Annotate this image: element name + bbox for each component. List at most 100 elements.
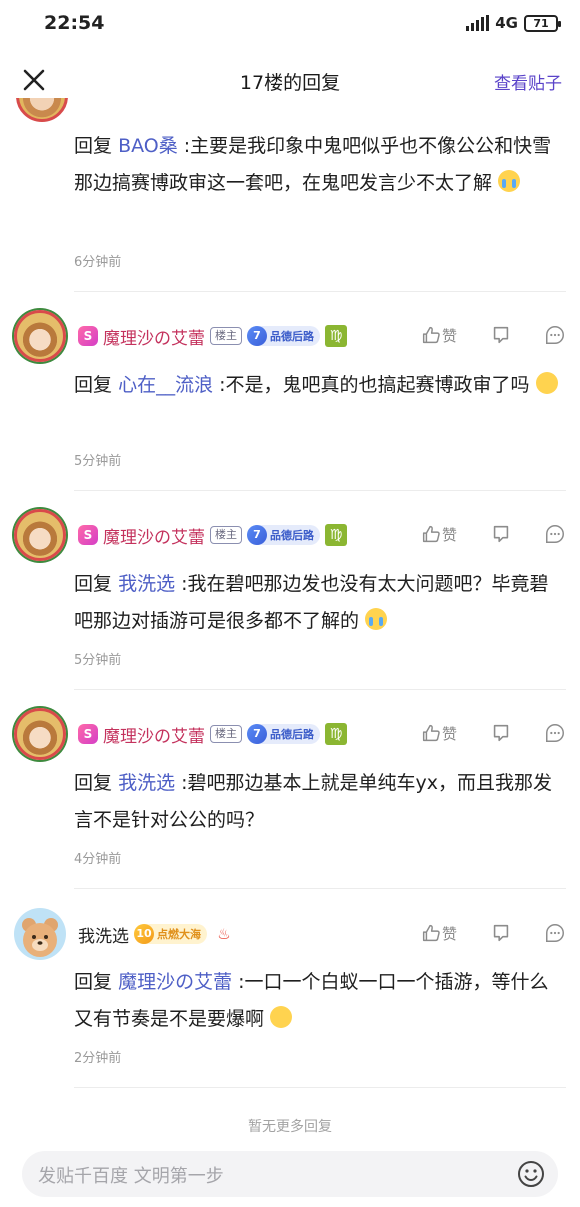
mention-link[interactable]: 魔理沙の艾蕾 <box>118 971 232 993</box>
mention-link[interactable]: 我洗选 <box>118 573 175 595</box>
divider <box>74 888 566 889</box>
reply-time: 4分钟前 <box>74 852 122 867</box>
op-badge: 楼主 <box>210 526 242 544</box>
emoji-picker-icon[interactable] <box>516 1159 546 1189</box>
avatar[interactable] <box>14 509 66 561</box>
level-number: 10 <box>134 924 154 944</box>
zodiac-virgo-icon: ♍ <box>325 524 347 546</box>
battery-icon: 71 <box>524 14 561 32</box>
comment-icon <box>493 326 509 344</box>
level-number: 7 <box>247 724 267 744</box>
user-line: S 魔理沙の艾蕾 楼主 7 品德后路 ♍ <box>78 322 347 350</box>
reply-actions: 赞 <box>420 922 566 944</box>
reply-content: 回复 魔理沙の艾蕾 :一口一个白蚁一口一个插游，等什么又有节奏是不是要爆啊 <box>74 971 549 1030</box>
more-button[interactable] <box>544 922 566 944</box>
divider <box>74 689 566 690</box>
more-button[interactable] <box>544 523 566 545</box>
user-line: S 魔理沙の艾蕾 楼主 7 品德后路 ♍ <box>78 720 347 748</box>
divider <box>74 1087 566 1088</box>
signal-icon <box>466 15 490 31</box>
member-s-badge: S <box>78 326 98 346</box>
level-number: 7 <box>247 525 267 545</box>
member-s-badge: S <box>78 724 98 744</box>
comment-icon <box>493 924 509 942</box>
comment-button[interactable] <box>490 523 544 545</box>
avatar[interactable] <box>16 98 68 122</box>
mention-link[interactable]: 心在__流浪 <box>118 374 213 396</box>
level-badge: 10 点燃大海 <box>134 924 207 944</box>
level-number: 7 <box>247 326 267 346</box>
bear-avatar-icon <box>22 918 58 957</box>
thinking-emoji-icon <box>270 1006 293 1028</box>
thumbs-up-icon <box>422 525 440 543</box>
thumbs-up-icon <box>422 724 440 742</box>
reply-input[interactable]: 发贴千百度 文明第一步 <box>22 1151 558 1197</box>
comment-button[interactable] <box>490 722 544 744</box>
zodiac-virgo-icon: ♍ <box>325 723 347 745</box>
member-s-badge: S <box>78 525 98 545</box>
more-button[interactable] <box>544 722 566 744</box>
divider <box>74 291 566 292</box>
comment-button[interactable] <box>490 922 544 944</box>
user-line: S 魔理沙の艾蕾 楼主 7 品德后路 ♍ <box>78 521 347 549</box>
comment-button[interactable] <box>490 324 544 346</box>
level-name: 品德后路 <box>270 330 314 343</box>
reply-content: 回复 我洗选 :碧吧那边基本上就是单纯车yx，而且我那发言不是针对公公的吗？ <box>74 772 553 831</box>
avatar[interactable] <box>14 310 66 362</box>
user-line: 我洗选 10 点燃大海 ♨ <box>78 920 236 948</box>
reply-time: 5分钟前 <box>74 454 122 469</box>
mention-link[interactable]: 我洗选 <box>118 772 175 794</box>
reply-content: 回复 心在__流浪 :不是，鬼吧真的也搞起赛博政审了吗 <box>74 367 564 404</box>
reply-actions: 赞 <box>420 523 566 545</box>
nav-bar: 17楼的回复 查看贴子 <box>0 52 580 108</box>
more-icon <box>546 326 564 344</box>
reply-content: 回复 BAO桑 :主要是我印象中鬼吧似乎也不像公公和快雪那边搞赛博政审这一套吧，… <box>74 135 552 194</box>
level-name: 品德后路 <box>270 529 314 542</box>
reply-time: 2分钟前 <box>74 1051 122 1066</box>
fire-badge-icon: ♨ <box>217 925 231 943</box>
username[interactable]: 魔理沙の艾蕾 <box>103 722 205 747</box>
username[interactable]: 我洗选 <box>78 922 129 947</box>
level-badge: 7 品德后路 <box>247 724 320 744</box>
crying-emoji-icon <box>498 170 521 192</box>
like-button[interactable]: 赞 <box>420 722 490 744</box>
like-button[interactable]: 赞 <box>420 523 490 545</box>
zodiac-virgo-icon: ♍ <box>325 325 347 347</box>
level-name: 品德后路 <box>270 728 314 741</box>
reply-content: 回复 我洗选 :我在碧吧那边发也没有太大问题吧？毕竟碧吧那边对插游可是很多都不了… <box>74 573 549 632</box>
level-badge: 7 品德后路 <box>247 525 320 545</box>
more-icon <box>546 525 564 543</box>
username[interactable]: 魔理沙の艾蕾 <box>103 324 205 349</box>
reply-time: 6分钟前 <box>74 255 122 270</box>
input-placeholder: 发贴千百度 文明第一步 <box>38 1166 224 1187</box>
page-title: 17楼的回复 <box>239 72 341 94</box>
level-name: 点燃大海 <box>157 928 201 941</box>
status-bar: 22:54 4G 71 <box>0 0 580 48</box>
like-button[interactable]: 赞 <box>420 922 490 944</box>
level-badge: 7 品德后路 <box>247 326 320 346</box>
op-badge: 楼主 <box>210 327 242 345</box>
reply-time: 5分钟前 <box>74 653 122 668</box>
more-button[interactable] <box>544 324 566 346</box>
view-post-link[interactable]: 查看贴子 <box>494 69 562 94</box>
mention-link[interactable]: BAO桑 <box>118 135 178 157</box>
more-icon <box>546 724 564 742</box>
comment-icon <box>493 525 509 543</box>
status-time: 22:54 <box>44 12 105 34</box>
op-badge: 楼主 <box>210 725 242 743</box>
avatar[interactable] <box>14 708 66 760</box>
like-button[interactable]: 赞 <box>420 324 490 346</box>
reply-actions: 赞 <box>420 324 566 346</box>
thumbs-up-icon <box>422 924 440 942</box>
comment-icon <box>493 724 509 742</box>
avatar[interactable] <box>14 908 66 960</box>
network-label: 4G <box>495 14 518 32</box>
pouting-emoji-icon <box>535 372 558 394</box>
status-icons: 4G 71 <box>466 14 561 32</box>
reply-actions: 赞 <box>420 722 566 744</box>
reply-input-bar: 发贴千百度 文明第一步 <box>0 1142 580 1207</box>
divider <box>74 490 566 491</box>
username[interactable]: 魔理沙の艾蕾 <box>103 523 205 548</box>
crying-emoji-icon <box>365 608 388 630</box>
thumbs-up-icon <box>422 326 440 344</box>
